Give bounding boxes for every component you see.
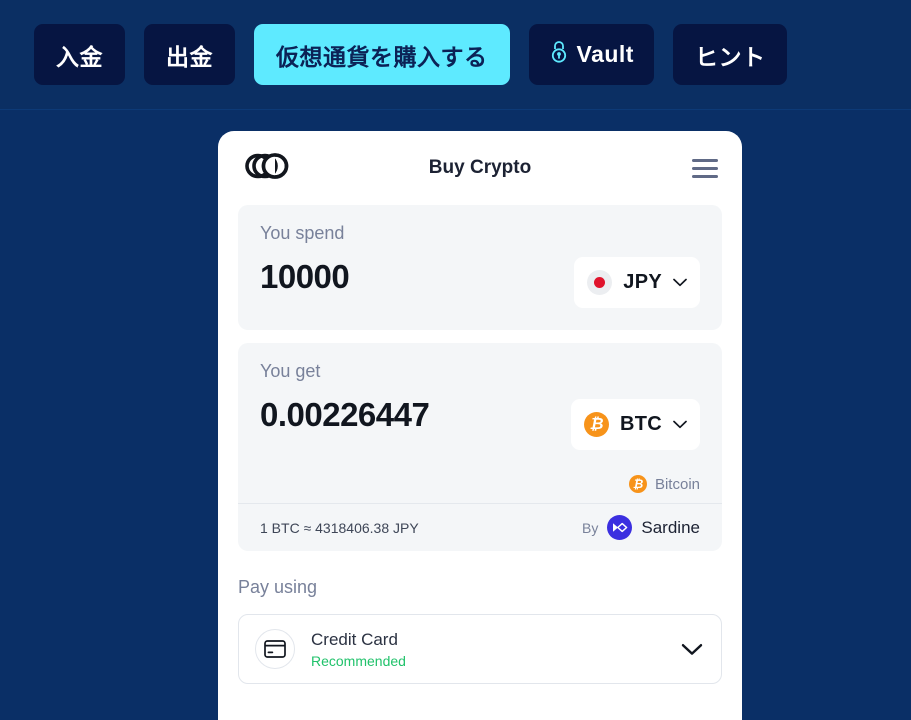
spend-currency-selector[interactable]: JPY — [574, 257, 700, 308]
exchange-rate-text: 1 BTC ≈ 4318406.38 JPY — [260, 519, 419, 536]
page-title: Buy Crypto — [428, 157, 532, 178]
rate-provider: By Sardine — [582, 515, 700, 540]
hamburger-bar — [692, 174, 718, 178]
payment-method-note: Recommended — [311, 652, 406, 669]
credit-card-icon — [255, 629, 295, 669]
japan-flag-icon — [587, 270, 613, 295]
you-get-panel: You get 0.00226447 ₿ BTC ₿ Bitcoin — [238, 343, 722, 503]
lock-icon — [549, 39, 569, 71]
get-currency-code: BTC — [619, 413, 662, 435]
widget-header: Buy Crypto — [218, 131, 742, 205]
toolbar-button-vault-label: Vault — [576, 41, 634, 67]
buy-crypto-widget: Buy Crypto You spend 10000 JPY You get 0… — [218, 131, 742, 720]
toolbar-button-hint[interactable]: ヒント — [672, 24, 788, 85]
widget-body: You spend 10000 JPY You get 0.00226447 ₿… — [218, 205, 742, 684]
toolbar-button-vault[interactable]: Vault — [528, 24, 654, 85]
toolbar-button-deposit[interactable]: 入金 — [34, 24, 125, 85]
you-get-label: You get — [260, 361, 321, 381]
bitcoin-icon: ₿ — [628, 475, 647, 493]
chevron-down-icon — [681, 643, 703, 655]
provider-name: Sardine — [641, 517, 700, 537]
bitcoin-icon: ₿ — [583, 412, 609, 437]
hamburger-bar — [692, 158, 718, 162]
pay-using-label: Pay using — [238, 577, 318, 597]
sardine-logo-icon — [607, 515, 633, 540]
payment-method-text: Credit Card Recommended — [311, 630, 406, 669]
toolbar-button-deposit-label: 入金 — [56, 43, 103, 70]
chevron-down-icon — [673, 278, 687, 287]
toolbar-button-withdraw[interactable]: 出金 — [144, 24, 235, 85]
top-toolbar: 入金 出金 仮想通貨を購入する Vault ヒント — [0, 0, 911, 110]
toolbar-button-hint-label: ヒント — [694, 43, 766, 70]
rate-by-word: By — [582, 519, 599, 536]
asset-name-label: Bitcoin — [654, 475, 700, 493]
payment-method-name: Credit Card — [311, 629, 398, 649]
cco-brand-logo — [244, 152, 290, 185]
you-spend-label: You spend — [260, 223, 345, 243]
you-spend-panel: You spend 10000 JPY — [238, 205, 722, 330]
hamburger-bar — [692, 166, 718, 170]
toolbar-button-buy-crypto-label: 仮想通貨を購入する — [276, 43, 488, 70]
get-currency-selector[interactable]: ₿ BTC — [570, 399, 700, 450]
toolbar-button-withdraw-label: 出金 — [166, 43, 213, 70]
asset-name-note: ₿ Bitcoin — [628, 475, 700, 493]
toolbar-button-buy-crypto[interactable]: 仮想通貨を購入する — [254, 24, 510, 85]
chevron-down-icon — [673, 420, 687, 429]
payment-method-selector[interactable]: Credit Card Recommended — [238, 614, 722, 684]
spend-currency-code: JPY — [623, 271, 662, 293]
hamburger-menu-icon[interactable] — [692, 158, 718, 178]
exchange-rate-row: 1 BTC ≈ 4318406.38 JPY By Sardine — [238, 503, 722, 551]
